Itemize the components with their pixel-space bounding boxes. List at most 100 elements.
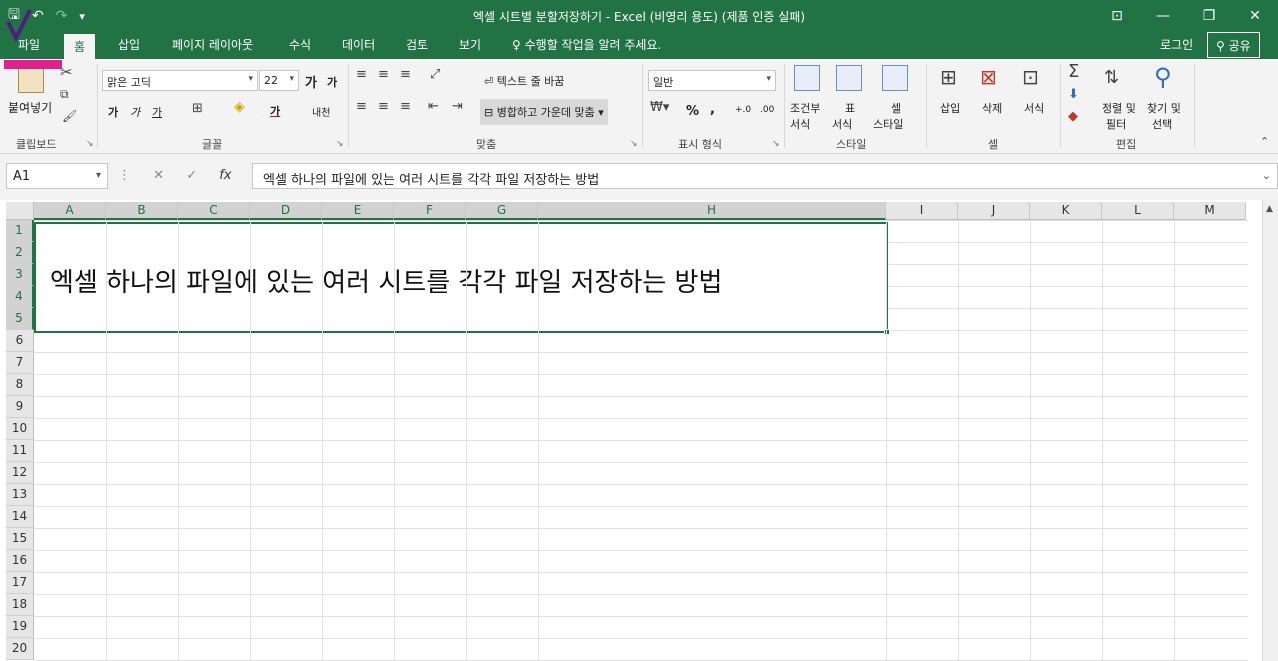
find-select-button[interactable]: 찾기 및 (1147, 100, 1181, 116)
decrease-indent-icon[interactable]: ⇤ (428, 99, 439, 114)
row-header-20[interactable]: 20 (6, 638, 34, 660)
number-launcher-icon[interactable]: ↘ (772, 139, 780, 149)
clear-icon[interactable]: ◆ (1068, 109, 1078, 124)
merged-cell-a1[interactable]: 엑셀 하나의 파일에 있는 여러 시트를 각각 파일 저장하는 방법 (34, 222, 890, 335)
clipboard-launcher-icon[interactable]: ↘ (86, 139, 94, 149)
formula-input[interactable]: 엑셀 하나의 파일에 있는 여러 시트를 각각 파일 저장하는 방법 ⌄ (252, 163, 1278, 189)
autosum-icon[interactable]: Σ (1068, 61, 1079, 82)
delete-cells-icon[interactable]: ⊠ (980, 65, 997, 89)
row-header-12[interactable]: 12 (6, 462, 34, 484)
expand-formula-icon[interactable]: ⌄ (1262, 169, 1271, 182)
row-header-10[interactable]: 10 (6, 418, 34, 440)
table-format-button[interactable]: 표 (845, 100, 855, 116)
alignment-launcher-icon[interactable]: ↘ (630, 139, 638, 149)
format-cells-button[interactable]: 서식 (1024, 100, 1044, 116)
tab-view[interactable]: 보기 (459, 36, 481, 53)
column-header-m[interactable]: M (1174, 202, 1246, 220)
row-header-15[interactable]: 15 (6, 528, 34, 550)
font-name-select[interactable]: 맑은 고딕 ▾ (102, 70, 258, 91)
name-box[interactable]: A1 ▾ (6, 163, 108, 189)
row-header-1[interactable]: 1 (6, 220, 34, 242)
column-header-g[interactable]: G (466, 202, 538, 220)
column-header-d[interactable]: D (250, 202, 322, 220)
row-header-9[interactable]: 9 (6, 396, 34, 418)
sort-filter-sub[interactable]: 필터 (1106, 116, 1126, 132)
align-bottom-icon[interactable]: ≡ (400, 67, 411, 82)
decrease-decimal-button[interactable]: .00 (760, 105, 774, 115)
increase-decimal-button[interactable]: +.0 (735, 105, 751, 115)
grow-font-button[interactable]: 가 (305, 72, 317, 91)
percent-button[interactable]: % (686, 104, 699, 119)
vertical-scrollbar[interactable]: ▲ (1262, 200, 1278, 661)
fill-icon[interactable]: ⬇ (1068, 87, 1079, 102)
scroll-up-icon[interactable]: ▲ (1266, 204, 1273, 214)
font-launcher-icon[interactable]: ↘ (336, 139, 344, 149)
format-painter-icon[interactable]: 🖌 (62, 109, 77, 123)
find-select-icon[interactable]: ⚲ (1154, 63, 1172, 91)
row-header-18[interactable]: 18 (6, 594, 34, 616)
conditional-format-icon[interactable] (794, 65, 820, 91)
conditional-format-sub[interactable]: 서식 (790, 116, 810, 132)
align-left-icon[interactable]: ≡ (356, 99, 367, 114)
font-color-button[interactable]: 가 (270, 103, 280, 119)
column-header-j[interactable]: J (958, 202, 1030, 220)
row-header-2[interactable]: 2 (6, 242, 34, 264)
underline-button[interactable]: 가 (152, 104, 162, 120)
tab-home[interactable]: 홈 (64, 34, 96, 59)
insert-cells-icon[interactable]: ⊞ (940, 65, 957, 89)
sort-filter-button[interactable]: 정렬 및 (1102, 100, 1136, 116)
tab-page-layout[interactable]: 페이지 레이아웃 (172, 36, 253, 53)
orientation-icon[interactable]: ⤢ (430, 67, 440, 82)
table-format-icon[interactable] (836, 65, 862, 91)
tab-insert[interactable]: 삽입 (118, 36, 140, 53)
insert-cells-button[interactable]: 삽입 (940, 100, 960, 116)
font-size-select[interactable]: 22 ▾ (259, 70, 299, 91)
row-header-11[interactable]: 11 (6, 440, 34, 462)
row-header-8[interactable]: 8 (6, 374, 34, 396)
insert-function-icon[interactable]: fx (219, 168, 231, 183)
paste-button[interactable]: 붙여넣기 (8, 99, 52, 116)
column-header-b[interactable]: B (106, 202, 178, 220)
row-header-7[interactable]: 7 (6, 352, 34, 374)
column-header-a[interactable]: A (34, 202, 106, 220)
wrap-text-button[interactable]: ⏎ 텍스트 줄 바꿈 (484, 73, 564, 89)
column-header-h[interactable]: H (538, 202, 886, 220)
fill-handle[interactable] (884, 329, 890, 335)
row-header-17[interactable]: 17 (6, 572, 34, 594)
share-button[interactable]: ⚲ 공유 (1207, 32, 1260, 58)
delete-cells-button[interactable]: 삭제 (982, 100, 1002, 116)
number-format-select[interactable]: 일반 ▾ (648, 70, 776, 91)
merge-center-button[interactable]: ⊟ 병합하고 가운데 맞춤 ▾ (480, 99, 608, 125)
tab-review[interactable]: 검토 (406, 36, 428, 53)
tell-me-box[interactable]: ♀ 수행할 작업을 알려 주세요. (512, 36, 661, 53)
column-header-i[interactable]: I (886, 202, 958, 220)
cell-styles-sub[interactable]: 스타일 (873, 116, 903, 132)
sort-filter-icon[interactable]: ⇅ (1104, 67, 1119, 88)
cancel-icon[interactable]: ✕ (153, 168, 164, 183)
row-header-19[interactable]: 19 (6, 616, 34, 638)
row-header-4[interactable]: 4 (6, 286, 34, 308)
row-header-3[interactable]: 3 (6, 264, 34, 286)
increase-indent-icon[interactable]: ⇥ (452, 99, 463, 114)
copy-icon[interactable]: ⧉ (60, 87, 69, 102)
close-icon[interactable]: ✕ (1232, 0, 1278, 32)
paste-icon[interactable] (18, 67, 44, 93)
sign-in-link[interactable]: 로그인 (1160, 36, 1193, 53)
cell-styles-icon[interactable] (882, 65, 908, 91)
tab-data[interactable]: 데이터 (342, 36, 375, 53)
comma-button[interactable]: , (710, 102, 715, 117)
align-right-icon[interactable]: ≡ (400, 99, 411, 114)
column-header-c[interactable]: C (178, 202, 250, 220)
column-header-f[interactable]: F (394, 202, 466, 220)
enter-icon[interactable]: ✓ (186, 168, 197, 183)
shrink-font-button[interactable]: 가 (327, 74, 337, 90)
currency-icon[interactable]: ₩▾ (650, 100, 669, 115)
collapse-ribbon-icon[interactable]: ⌃ (1260, 135, 1269, 148)
format-cells-icon[interactable]: ⊡ (1022, 65, 1039, 89)
row-header-14[interactable]: 14 (6, 506, 34, 528)
phonetic-button[interactable]: 내천 (312, 104, 330, 119)
align-middle-icon[interactable]: ≡ (378, 67, 389, 82)
ribbon-display-icon[interactable]: ⊡ (1094, 0, 1140, 32)
row-header-16[interactable]: 16 (6, 550, 34, 572)
restore-icon[interactable]: ❐ (1186, 0, 1232, 32)
